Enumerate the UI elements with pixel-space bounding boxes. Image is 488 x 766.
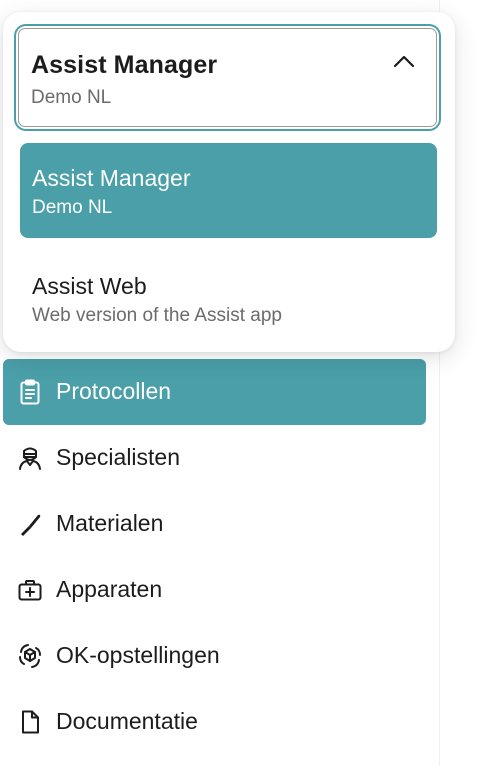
nav-label-materialen: Materialen [56, 510, 164, 536]
document-icon [22, 710, 39, 734]
nav-item-materialen[interactable]: Materialen [3, 491, 426, 557]
option-subtitle: Demo NL [32, 197, 113, 218]
nav-label-documentatie: Documentatie [56, 708, 198, 734]
nav-label-ok-opstellingen: OK-opstellingen [56, 642, 220, 668]
option-assist-manager[interactable]: Assist Manager Demo NL [20, 143, 437, 238]
nav-item-specialisten[interactable]: Specialisten [3, 425, 426, 491]
option-subtitle: Web version of the Assist app [32, 305, 282, 326]
option-title: Assist Manager [32, 165, 191, 191]
cube-cycle-icon [19, 644, 41, 668]
app-page: Protocollen Specialisten Materialen Appa… [0, 0, 488, 766]
chevron-up-icon[interactable] [392, 53, 416, 69]
clipboard-icon [20, 379, 40, 405]
nav-label-protocollen: Protocollen [56, 378, 172, 404]
select-inner-frame: Assist Manager Demo NL [18, 28, 437, 127]
surgeon-icon [19, 447, 41, 470]
app-switcher-select[interactable]: Assist Manager Demo NL [16, 26, 439, 129]
option-assist-web[interactable]: Assist Web Web version of the Assist app [20, 251, 437, 346]
nav-item-documentatie[interactable]: Documentatie [3, 689, 426, 755]
nav-label-apparaten: Apparaten [56, 576, 163, 602]
selected-app-subtitle: Demo NL [31, 87, 112, 108]
selected-app-title: Assist Manager [31, 51, 218, 79]
scalpel-icon [21, 514, 41, 536]
nav-item-ok-opstellingen[interactable]: OK-opstellingen [3, 623, 426, 689]
nav-label-specialisten: Specialisten [56, 444, 181, 470]
option-title: Assist Web [32, 273, 147, 299]
medical-kit-icon [18, 580, 42, 601]
nav-item-apparaten[interactable]: Apparaten [3, 557, 426, 623]
nav-item-protocollen[interactable]: Protocollen [3, 359, 426, 425]
app-switcher-dropdown: Assist Manager Demo NL Assist Manager De… [3, 12, 455, 352]
